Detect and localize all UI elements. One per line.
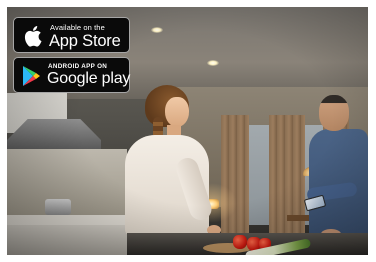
man-head [319,95,349,131]
cooking-pot [45,199,71,215]
ceiling-light [207,60,219,66]
kitchen-counter [7,215,137,225]
app-store-badge[interactable]: Available on the App Store [13,17,130,53]
app-store-title: App Store [49,32,121,50]
google-play-title: Google play [47,70,131,87]
apple-icon [24,26,42,47]
woman-face [165,97,189,127]
app-store-caption: Available on the [50,23,105,32]
google-play-badge[interactable]: ANDROID APP ON Google play [13,57,130,93]
lower-cabinets [7,225,137,255]
google-play-icon [23,66,40,86]
red-pepper [233,235,247,249]
ceiling-light [151,27,163,33]
